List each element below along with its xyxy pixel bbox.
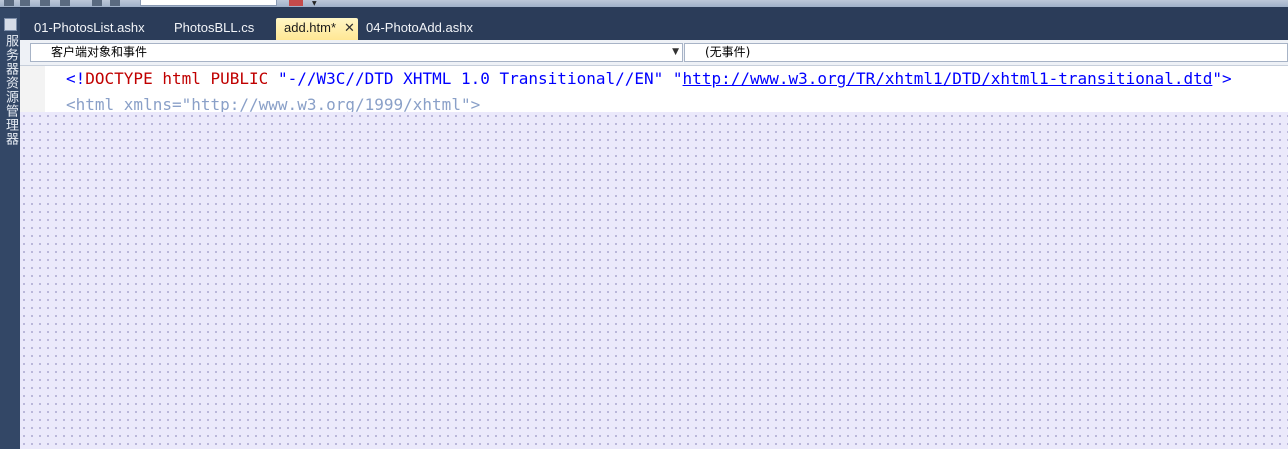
chevron-down-icon: ▼ xyxy=(672,47,679,57)
code-token: "> xyxy=(1212,69,1232,88)
design-surface[interactable] xyxy=(20,112,1288,449)
code-token: <! xyxy=(66,69,86,88)
code-editor: 客户端对象和事件 ▼ (无事件) <!DOCTYPE html PUBLIC "… xyxy=(20,40,1288,449)
toolbar-search-input[interactable] xyxy=(140,0,277,6)
line-margin xyxy=(20,66,45,112)
dtd-link[interactable]: http://www.w3.org/TR/xhtml1/DTD/xhtml1-t… xyxy=(683,69,1213,88)
toolbar-tool-icon[interactable] xyxy=(289,0,303,6)
toolbar-button-4[interactable] xyxy=(60,0,70,6)
code-token: DOCTYPE xyxy=(85,69,153,88)
event-dropdown-value: (无事件) xyxy=(705,45,751,59)
code-token: PUBLIC xyxy=(210,69,269,88)
tab-photoadd[interactable]: 04-PhotoAdd.ashx xyxy=(358,18,481,40)
tab-label: add.htm* xyxy=(284,20,337,35)
chevron-down-icon[interactable]: ▼ xyxy=(312,1,317,7)
toolbar-button-2[interactable] xyxy=(20,0,30,6)
tab-label: 01-PhotosList.ashx xyxy=(34,20,145,35)
toolbar: ▼ xyxy=(0,0,1288,7)
toolbar-button-1[interactable] xyxy=(4,0,14,6)
tab-add-htm[interactable]: add.htm* ✕ xyxy=(276,18,358,40)
code-token: " xyxy=(672,69,683,88)
toolbar-button-5[interactable] xyxy=(92,0,102,6)
code-text-area[interactable]: <!DOCTYPE html PUBLIC "-//W3C//DTD XHTML… xyxy=(20,66,1288,114)
server-explorer-tab[interactable]: 服务器资源管理器 xyxy=(0,8,20,449)
document-tab-bar: 01-PhotosList.ashx PhotosBLL.cs add.htm*… xyxy=(20,8,1288,40)
toolbar-button-3[interactable] xyxy=(40,0,50,6)
close-icon[interactable]: ✕ xyxy=(344,20,355,35)
object-dropdown-value: 客户端对象和事件 xyxy=(51,45,148,59)
server-explorer-icon xyxy=(4,18,17,31)
toolbar-button-6[interactable] xyxy=(110,0,120,6)
tab-photosbll[interactable]: PhotosBLL.cs xyxy=(166,18,262,40)
event-dropdown[interactable]: (无事件) xyxy=(684,43,1288,62)
code-token: "-//W3C//DTD XHTML 1.0 Transitional//EN" xyxy=(277,69,664,88)
code-line-1: <!DOCTYPE html PUBLIC "-//W3C//DTD XHTML… xyxy=(66,68,1232,90)
code-token: html xyxy=(162,69,201,88)
navigation-bar: 客户端对象和事件 ▼ (无事件) xyxy=(20,40,1288,66)
tab-label: 04-PhotoAdd.ashx xyxy=(366,20,473,35)
server-explorer-label: 服务器资源管理器 xyxy=(3,34,18,146)
tab-label: PhotosBLL.cs xyxy=(174,20,255,35)
object-dropdown[interactable]: 客户端对象和事件 ▼ xyxy=(30,43,683,62)
tab-photoslist[interactable]: 01-PhotosList.ashx xyxy=(26,18,153,40)
